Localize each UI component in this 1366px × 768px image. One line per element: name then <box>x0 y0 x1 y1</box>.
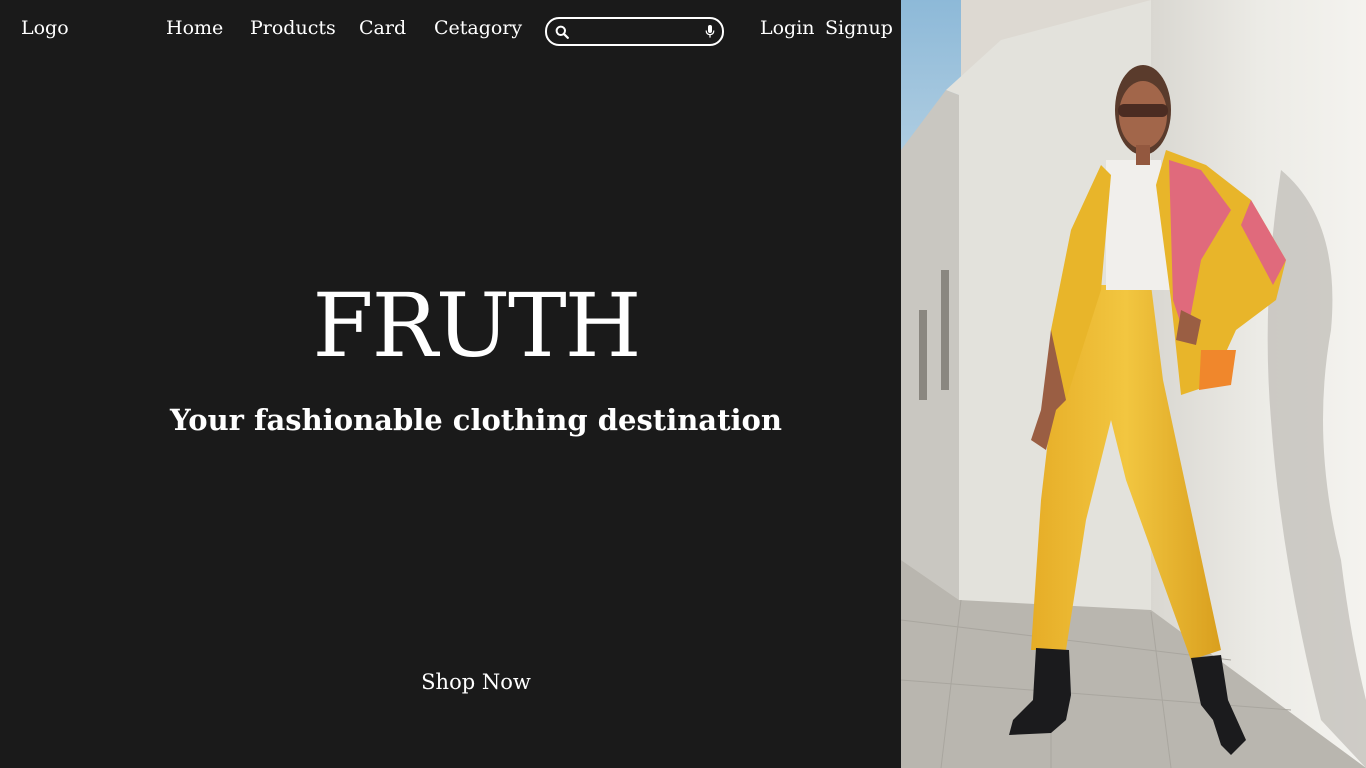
tagline: Your fashionable clothing destination <box>170 403 782 437</box>
hero-photo <box>901 0 1366 768</box>
login-link[interactable]: Login <box>760 16 815 40</box>
shop-now-button[interactable]: Shop Now <box>421 670 531 694</box>
brand-title: FRUTH <box>312 274 642 377</box>
hero-panel: Logo Home Products Card Cetagory Login S… <box>0 0 901 768</box>
signup-link[interactable]: Signup <box>825 16 893 40</box>
microphone-icon[interactable] <box>704 24 716 39</box>
nav-home[interactable]: Home <box>166 16 223 40</box>
nav-card[interactable]: Card <box>359 16 406 40</box>
search-input[interactable] <box>575 22 703 41</box>
nav-products[interactable]: Products <box>250 16 336 40</box>
logo[interactable]: Logo <box>21 16 69 40</box>
search-icon[interactable] <box>555 25 569 39</box>
nav-category[interactable]: Cetagory <box>434 16 522 40</box>
model-illustration <box>901 0 1366 768</box>
search-bar[interactable] <box>545 17 724 46</box>
